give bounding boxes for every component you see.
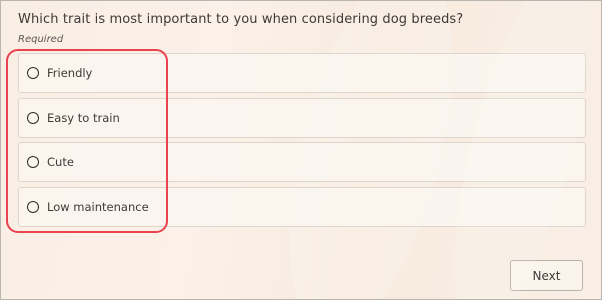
survey-panel: Which trait is most important to you whe…	[0, 0, 602, 300]
radio-icon[interactable]	[27, 111, 39, 124]
radio-icon[interactable]	[27, 156, 39, 168]
radio-icon[interactable]	[27, 200, 39, 213]
option-low-maintenance[interactable]: Low maintenance	[18, 186, 586, 227]
next-button[interactable]: Next	[510, 260, 583, 291]
option-label: Friendly	[47, 66, 93, 80]
option-friendly[interactable]: Friendly	[18, 53, 586, 93]
option-label: Low maintenance	[47, 199, 149, 214]
option-cute[interactable]: Cute	[18, 142, 586, 182]
radio-icon[interactable]	[27, 67, 39, 79]
option-easy-to-train[interactable]: Easy to train	[18, 97, 586, 138]
required-label: Required	[18, 34, 64, 45]
options-list: Friendly Easy to train Cute Low maintena…	[18, 53, 586, 231]
question-text: Which trait is most important to you whe…	[18, 12, 464, 27]
option-label: Easy to train	[47, 110, 120, 125]
option-label: Cute	[47, 155, 74, 169]
